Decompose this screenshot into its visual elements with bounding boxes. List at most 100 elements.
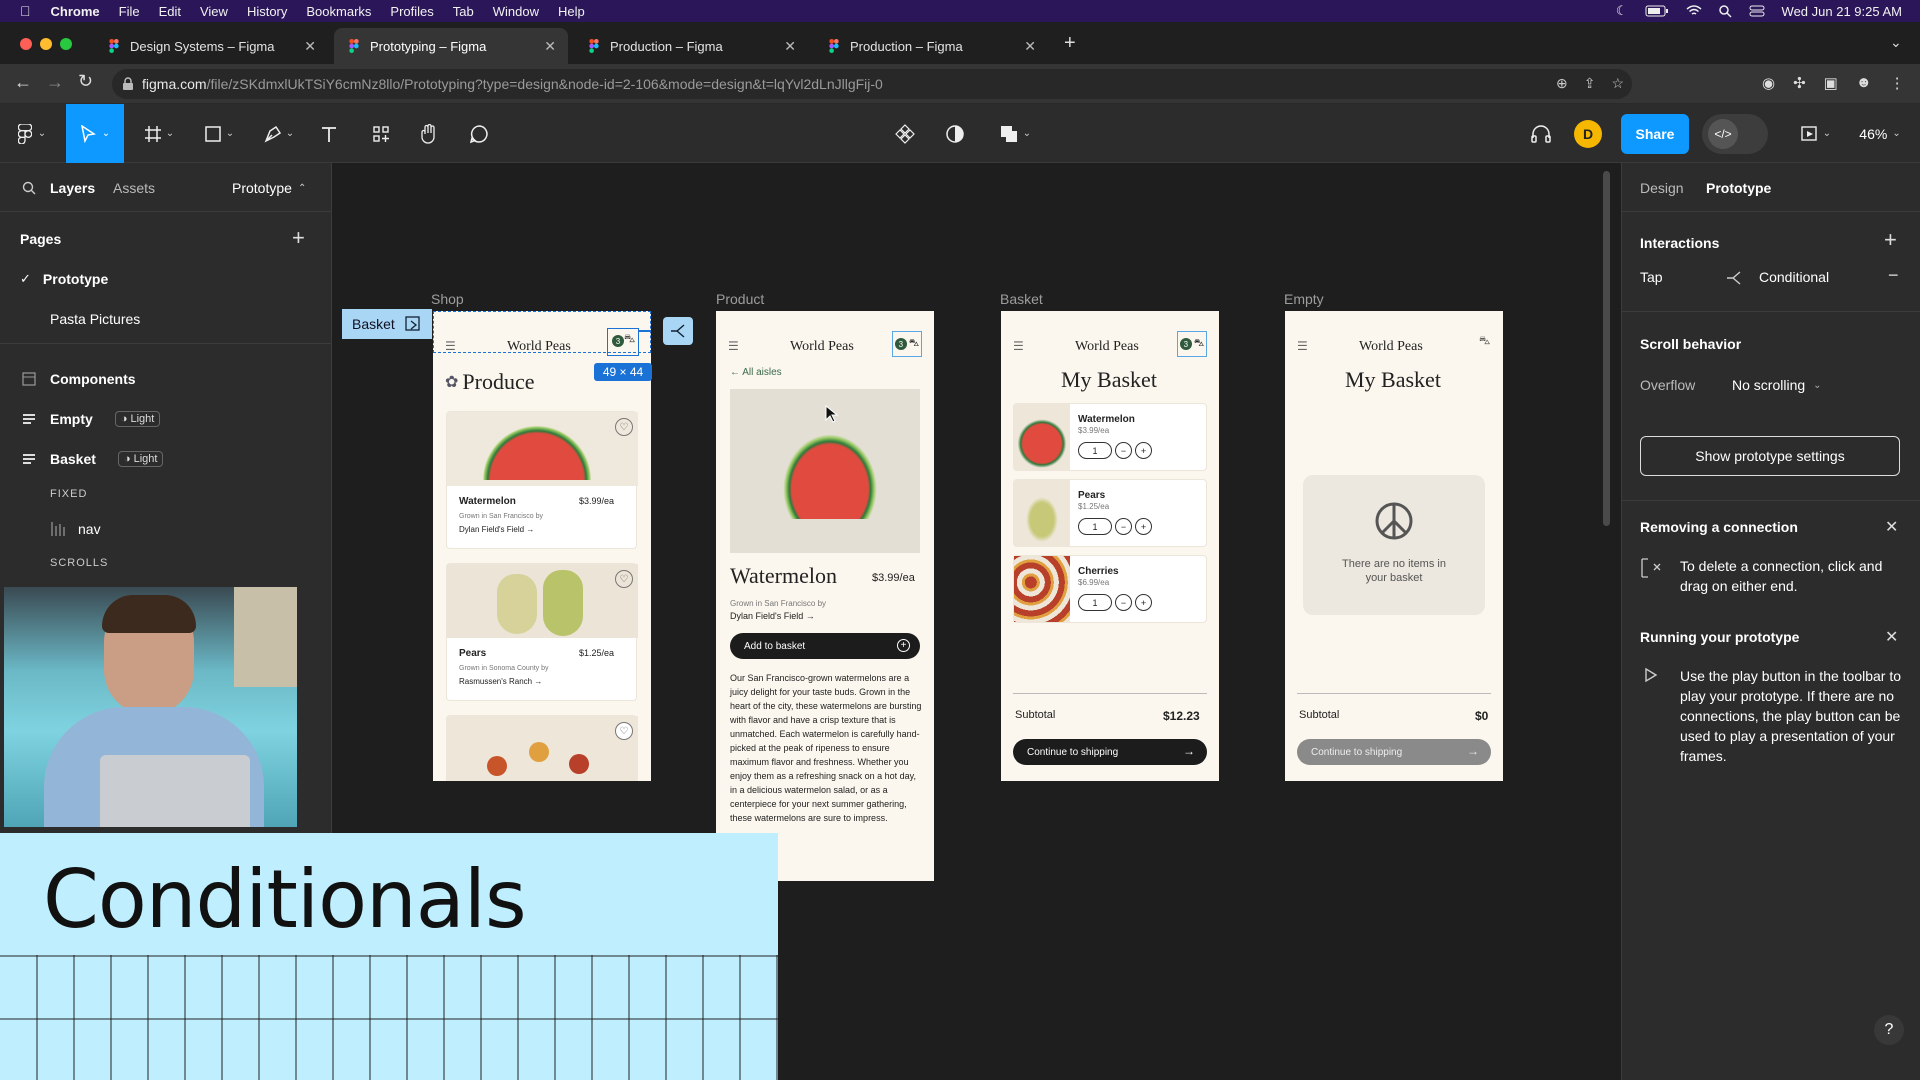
tab-close-icon[interactable]: ✕ bbox=[304, 38, 316, 55]
back-link[interactable]: ← All aisles bbox=[730, 367, 782, 378]
product-frame[interactable]: ☰ World Peas 3 ⛍ ← All aisles Watermelon… bbox=[716, 311, 934, 881]
create-component-button[interactable] bbox=[890, 104, 920, 163]
audio-chat-button[interactable] bbox=[1526, 104, 1556, 163]
tab-close-icon[interactable]: ✕ bbox=[784, 38, 796, 55]
remove-interaction-icon[interactable]: − bbox=[1888, 265, 1899, 286]
show-prototype-settings-button[interactable]: Show prototype settings bbox=[1640, 436, 1900, 476]
page-item-prototype[interactable]: ✓ Prototype bbox=[20, 271, 108, 287]
zoom-page-icon[interactable]: ⊕ bbox=[1556, 75, 1568, 92]
present-button[interactable]: ⌄ bbox=[1796, 104, 1836, 163]
continue-to-shipping-button[interactable]: Continue to shipping → bbox=[1013, 739, 1207, 765]
tab-search-chevron-icon[interactable]: ⌄ bbox=[1890, 34, 1902, 51]
comment-tool-button[interactable] bbox=[464, 104, 494, 163]
add-interaction-icon[interactable]: + bbox=[1884, 227, 1897, 253]
hand-tool-button[interactable] bbox=[414, 104, 444, 163]
menu-file[interactable]: File bbox=[119, 4, 140, 19]
increment-button[interactable]: + bbox=[1135, 594, 1152, 611]
hamburger-icon[interactable]: ☰ bbox=[1297, 339, 1308, 353]
add-page-icon[interactable]: + bbox=[292, 225, 305, 251]
cart-button[interactable]: 3 ⛍ bbox=[892, 331, 922, 357]
tab-layers[interactable]: Layers bbox=[50, 180, 95, 196]
product-card-watermelon[interactable]: ♡ Watermelon $3.99/ea Grown in San Franc… bbox=[446, 411, 638, 549]
decrement-button[interactable]: − bbox=[1115, 442, 1132, 459]
tab-close-icon[interactable]: ✕ bbox=[1024, 38, 1036, 55]
menu-window[interactable]: Window bbox=[493, 4, 539, 19]
battery-icon[interactable] bbox=[1645, 5, 1669, 17]
menu-view[interactable]: View bbox=[200, 4, 228, 19]
share-button[interactable]: Share bbox=[1621, 114, 1689, 154]
profile-avatar-icon[interactable]: ☻ bbox=[1856, 74, 1872, 92]
frame-label-product[interactable]: Product bbox=[716, 291, 764, 307]
quantity-field[interactable]: 1 bbox=[1078, 518, 1112, 535]
add-to-basket-button[interactable]: Add to basket + bbox=[730, 633, 920, 659]
interaction-action[interactable]: Conditional bbox=[1759, 269, 1829, 285]
shop-frame[interactable]: ☰ World Peas ✿ Produce ♡ Watermelon $3.9… bbox=[433, 311, 651, 781]
reload-icon[interactable]: ↻ bbox=[78, 71, 93, 92]
tab-prototyping[interactable]: Prototyping – Figma ✕ bbox=[334, 28, 568, 64]
favorite-heart-icon[interactable]: ♡ bbox=[615, 722, 633, 740]
empty-frame[interactable]: ☰ World Peas ⛍ My Basket There are no it… bbox=[1285, 311, 1503, 781]
menu-profiles[interactable]: Profiles bbox=[390, 4, 433, 19]
mask-button[interactable] bbox=[940, 104, 970, 163]
favorite-heart-icon[interactable]: ♡ bbox=[615, 570, 633, 588]
tab-assets[interactable]: Assets bbox=[113, 180, 155, 196]
pen-tool-button[interactable]: ⌄ bbox=[256, 104, 302, 163]
layer-frame-empty[interactable]: Empty ◑ Light bbox=[22, 411, 161, 427]
move-tool-button[interactable]: ⌄ bbox=[66, 104, 124, 163]
menu-datetime[interactable]: Wed Jun 21 9:25 AM bbox=[1782, 4, 1902, 19]
bookmark-star-icon[interactable]: ☆ bbox=[1611, 75, 1624, 92]
spotlight-icon[interactable] bbox=[1718, 4, 1732, 18]
frame-label-empty[interactable]: Empty bbox=[1284, 291, 1324, 307]
forward-arrow-icon[interactable]: → bbox=[46, 72, 64, 93]
mode-tag[interactable]: ◑ Light bbox=[117, 451, 164, 467]
cart-button[interactable]: 3 ⛍ bbox=[1177, 331, 1207, 357]
menu-app-name[interactable]: Chrome bbox=[51, 4, 100, 19]
increment-button[interactable]: + bbox=[1135, 442, 1152, 459]
close-tip-icon[interactable]: ✕ bbox=[1885, 517, 1898, 537]
layer-section-components[interactable]: Components bbox=[22, 371, 136, 387]
tab-prototype[interactable]: Prototype bbox=[1706, 180, 1771, 196]
basket-icon[interactable]: ⛍ bbox=[1479, 335, 1490, 349]
quantity-field[interactable]: 1 bbox=[1078, 594, 1112, 611]
moon-icon[interactable]: ☾ bbox=[1616, 3, 1628, 19]
close-window-button[interactable] bbox=[20, 38, 32, 50]
frame-tool-button[interactable]: ⌄ bbox=[136, 104, 182, 163]
product-card-cherries[interactable]: ♡ bbox=[446, 715, 638, 781]
zoom-window-button[interactable] bbox=[60, 38, 72, 50]
continue-to-shipping-button-disabled[interactable]: Continue to shipping → bbox=[1297, 739, 1491, 765]
url-field[interactable]: figma.com/file/zSKdmxlUkTSiY6cmNz8llo/Pr… bbox=[112, 69, 1632, 99]
favorite-heart-icon[interactable]: ♡ bbox=[615, 418, 633, 436]
tab-production-1[interactable]: Production – Figma ✕ bbox=[574, 28, 808, 64]
conditional-connection-node[interactable] bbox=[663, 317, 693, 345]
shape-tool-button[interactable]: ⌄ bbox=[196, 104, 242, 163]
site-info-icon[interactable] bbox=[122, 77, 134, 91]
basket-item-cherries[interactable]: Cherries $6.99/ea 1 − + bbox=[1013, 555, 1207, 623]
decrement-button[interactable]: − bbox=[1115, 518, 1132, 535]
browser-menu-icon[interactable]: ⋮ bbox=[1890, 74, 1905, 92]
mode-tag[interactable]: ◑ Light bbox=[114, 411, 161, 427]
basket-item-pears[interactable]: Pears $1.25/ea 1 − + bbox=[1013, 479, 1207, 547]
item-farm-link[interactable]: Dylan Field's Field → bbox=[459, 525, 534, 534]
hamburger-icon[interactable]: ☰ bbox=[1013, 339, 1024, 353]
interaction-trigger[interactable]: Tap bbox=[1640, 269, 1663, 285]
main-menu-button[interactable]: ⌄ bbox=[10, 104, 54, 163]
close-tip-icon[interactable]: ✕ bbox=[1885, 627, 1898, 647]
quantity-field[interactable]: 1 bbox=[1078, 442, 1112, 459]
back-arrow-icon[interactable]: ← bbox=[14, 72, 32, 93]
hamburger-icon[interactable]: ☰ bbox=[728, 339, 739, 353]
product-card-pears[interactable]: ♡ Pears $1.25/ea Grown in Sonoma County … bbox=[446, 563, 638, 701]
boolean-ops-button[interactable]: ⌄ bbox=[992, 104, 1038, 163]
page-switcher[interactable]: Prototype ⌃ bbox=[232, 180, 306, 196]
layer-frame-basket[interactable]: Basket ◑ Light bbox=[22, 451, 164, 467]
user-avatar[interactable]: D bbox=[1572, 104, 1604, 163]
layer-nav[interactable]: nav bbox=[50, 521, 101, 537]
extension-icon[interactable]: ◉ bbox=[1762, 74, 1775, 92]
puzzle-icon[interactable]: ✣ bbox=[1793, 74, 1806, 92]
tab-design-systems[interactable]: Design Systems – Figma ✕ bbox=[94, 28, 328, 64]
tab-design[interactable]: Design bbox=[1640, 180, 1684, 196]
menu-tab[interactable]: Tab bbox=[453, 4, 474, 19]
decrement-button[interactable]: − bbox=[1115, 594, 1132, 611]
menu-bookmarks[interactable]: Bookmarks bbox=[306, 4, 371, 19]
increment-button[interactable]: + bbox=[1135, 518, 1152, 535]
wifi-icon[interactable] bbox=[1686, 5, 1702, 17]
